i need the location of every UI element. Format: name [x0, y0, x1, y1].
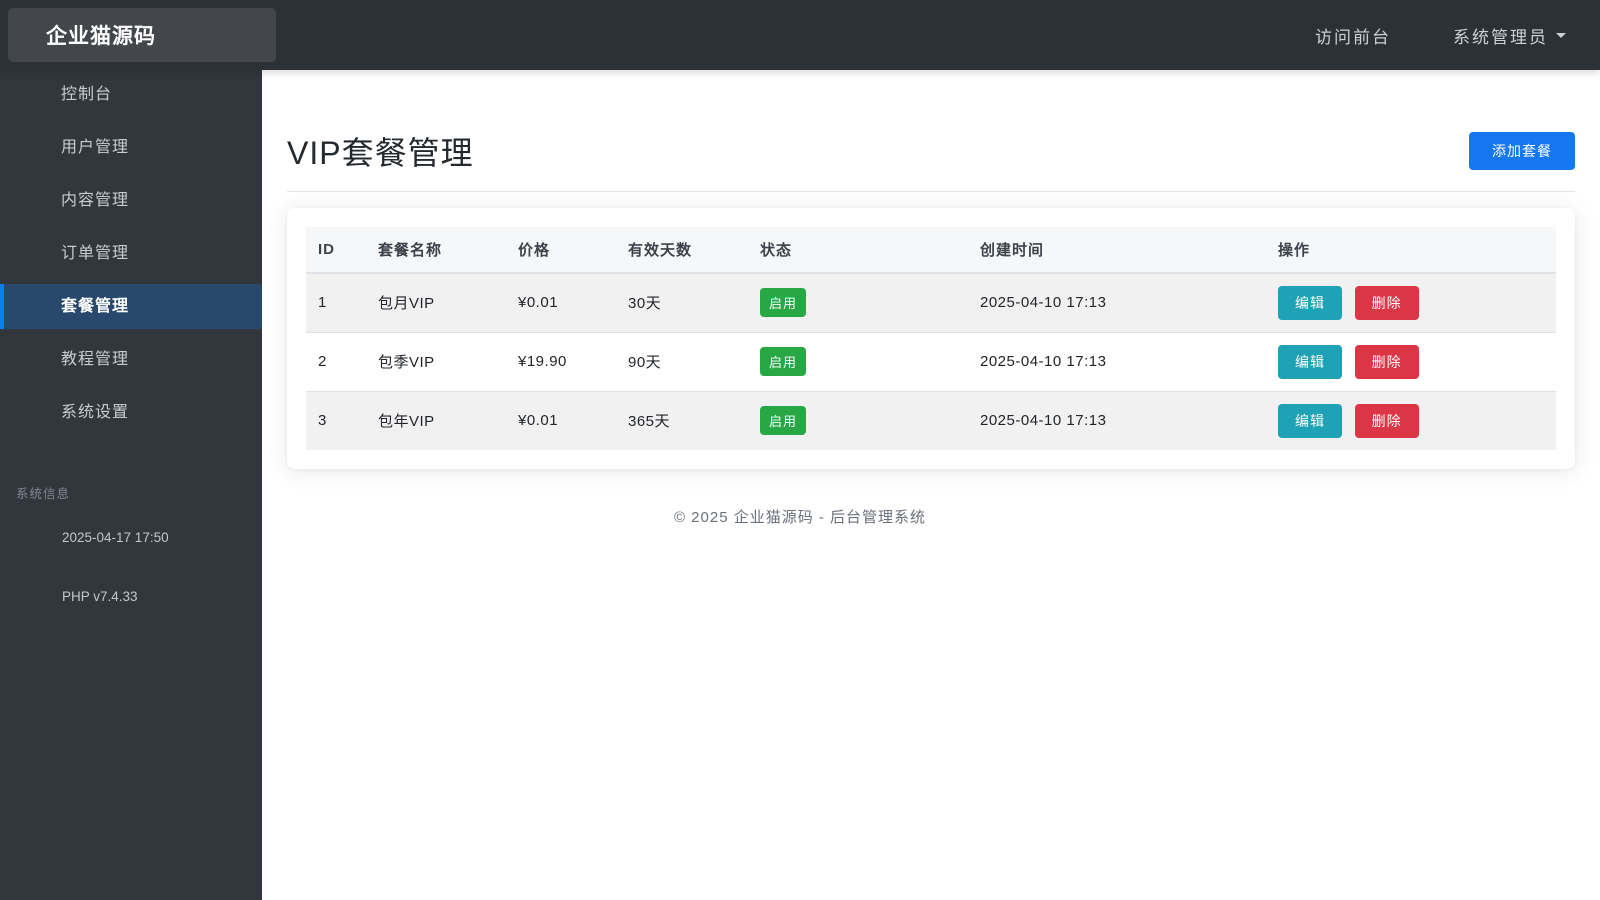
sidebar-item-dashboard[interactable]: 控制台 — [0, 72, 262, 117]
col-header-actions: 操作 — [1266, 227, 1556, 274]
cell-created: 2025-04-10 17:13 — [980, 294, 1107, 312]
cell-days: 90天 — [616, 331, 748, 391]
sidebar-item-tutorials[interactable]: 教程管理 — [0, 337, 262, 382]
admin-user-label: 系统管理员 — [1453, 27, 1548, 47]
cell-id: 1 — [318, 294, 327, 312]
add-package-button[interactable]: 添加套餐 — [1469, 132, 1575, 170]
packages-table-card: ID 套餐名称 价格 有效天数 状态 创建时间 操作 1 包月VIP ¥0.01… — [287, 208, 1575, 469]
admin-user-dropdown[interactable]: 系统管理员 — [1453, 23, 1566, 48]
col-header-created: 创建时间 — [968, 227, 1266, 274]
delete-button[interactable]: 删除 — [1354, 403, 1419, 438]
main-content: VIP套餐管理 添加套餐 ID 套餐名称 价格 有效天数 状态 创建时间 操作 — [262, 70, 1600, 900]
cell-name: 包月VIP — [378, 295, 435, 313]
table-row: 2 包季VIP ¥19.90 90天 启用 2025-04-10 17:13 编… — [306, 331, 1556, 391]
cell-created: 2025-04-10 17:13 — [968, 331, 1266, 391]
edit-button[interactable]: 编辑 — [1278, 285, 1342, 320]
chevron-down-icon — [1556, 32, 1566, 38]
page-header: VIP套餐管理 添加套餐 — [287, 128, 1575, 174]
status-badge: 启用 — [760, 406, 807, 436]
cell-name: 包年VIP — [366, 390, 506, 450]
col-header-status: 状态 — [748, 227, 968, 274]
status-badge: 启用 — [760, 288, 807, 318]
sidebar-item-packages[interactable]: 套餐管理 — [0, 284, 262, 329]
brand-logo[interactable]: 企业猫源码 — [8, 8, 276, 62]
cell-price: ¥19.90 — [506, 331, 616, 391]
visit-frontend-link[interactable]: 访问前台 — [1315, 23, 1391, 48]
packages-table: ID 套餐名称 价格 有效天数 状态 创建时间 操作 1 包月VIP ¥0.01… — [306, 227, 1556, 450]
delete-button[interactable]: 删除 — [1354, 285, 1419, 320]
system-info-heading: 系统信息 — [16, 487, 71, 501]
col-header-days: 有效天数 — [616, 227, 748, 274]
page-title: VIP套餐管理 — [287, 135, 474, 171]
php-version-text: PHP v7.4.33 — [62, 589, 138, 604]
sidebar-item-users[interactable]: 用户管理 — [0, 125, 262, 170]
table-row: 1 包月VIP ¥0.01 30天 启用 2025-04-10 17:13 编辑… — [306, 273, 1556, 332]
col-header-name: 套餐名称 — [366, 227, 506, 274]
cell-id: 3 — [306, 390, 366, 450]
table-header-row: ID 套餐名称 价格 有效天数 状态 创建时间 操作 — [306, 227, 1556, 274]
col-header-id: ID — [306, 227, 366, 274]
cell-days: 365天 — [616, 390, 748, 450]
sidebar-item-orders[interactable]: 订单管理 — [0, 231, 262, 276]
edit-button[interactable]: 编辑 — [1278, 403, 1342, 438]
status-badge: 启用 — [760, 347, 807, 376]
cell-days: 30天 — [628, 295, 662, 313]
edit-button[interactable]: 编辑 — [1278, 344, 1342, 379]
title-divider — [287, 191, 1575, 192]
cell-id: 2 — [306, 331, 366, 391]
sidebar-item-settings[interactable]: 系统设置 — [0, 390, 262, 435]
cell-created: 2025-04-10 17:13 — [968, 390, 1266, 450]
cell-price: ¥0.01 — [518, 294, 559, 312]
col-header-price: 价格 — [506, 227, 616, 274]
sidebar: 控制台 用户管理 内容管理 订单管理 套餐管理 教程管理 系统设置 系统信息 2… — [0, 70, 262, 900]
table-row: 3 包年VIP ¥0.01 365天 启用 2025-04-10 17:13 编… — [306, 390, 1556, 450]
cell-price: ¥0.01 — [506, 390, 616, 450]
cell-name: 包季VIP — [366, 331, 506, 391]
system-time-text: 2025-04-17 17:50 — [62, 530, 169, 545]
sidebar-item-content[interactable]: 内容管理 — [0, 178, 262, 223]
brand-logo-text: 企业猫源码 — [46, 25, 156, 48]
delete-button[interactable]: 删除 — [1354, 344, 1419, 379]
